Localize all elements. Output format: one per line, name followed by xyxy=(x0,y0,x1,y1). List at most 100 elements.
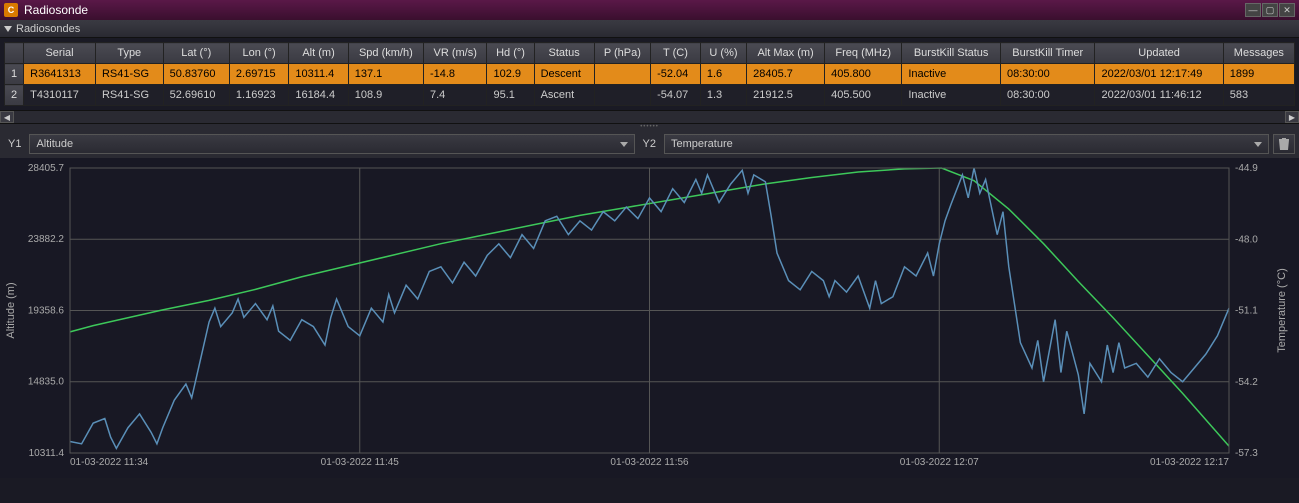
row-number: 1 xyxy=(5,64,24,85)
column-header[interactable]: Freq (MHz) xyxy=(825,43,902,64)
column-header[interactable]: BurstKill Timer xyxy=(1000,43,1094,64)
column-header[interactable]: Lat (°) xyxy=(163,43,229,64)
chart-svg: 10311.4 14835.0 19358.6 23882.2 28405.7 -57.3… xyxy=(0,158,1299,478)
column-header[interactable]: Updated xyxy=(1095,43,1223,64)
svg-text:-51.1: -51.1 xyxy=(1235,306,1258,317)
table-cell: 10311.4 xyxy=(289,64,348,85)
row-number: 2 xyxy=(5,85,24,106)
table-cell: 52.69610 xyxy=(163,85,229,106)
drag-dots-icon: •••••• xyxy=(640,124,659,130)
table-cell: 95.1 xyxy=(487,85,534,106)
table-cell: 08:30:00 xyxy=(1000,64,1094,85)
svg-text:14835.0: 14835.0 xyxy=(28,377,65,388)
chevron-down-icon xyxy=(620,142,628,147)
svg-text:Altitude (m): Altitude (m) xyxy=(5,282,17,338)
table-cell: Descent xyxy=(534,64,594,85)
column-header[interactable]: Alt (m) xyxy=(289,43,348,64)
column-header[interactable]: Lon (°) xyxy=(229,43,288,64)
svg-text:01-03-2022 11:56: 01-03-2022 11:56 xyxy=(610,457,689,468)
svg-text:-44.9: -44.9 xyxy=(1235,163,1258,174)
collapse-icon xyxy=(4,26,12,32)
y2-label: Y2 xyxy=(639,138,660,150)
column-header[interactable]: Status xyxy=(534,43,594,64)
table-cell: -54.07 xyxy=(651,85,701,106)
maximize-button[interactable]: ▢ xyxy=(1262,3,1278,17)
y1-label: Y1 xyxy=(4,138,25,150)
radiosonde-table: SerialTypeLat (°)Lon (°)Alt (m)Spd (km/h… xyxy=(4,42,1295,106)
close-button[interactable]: ✕ xyxy=(1279,3,1295,17)
svg-text:Temperature (°C): Temperature (°C) xyxy=(1276,268,1288,352)
scroll-right-button[interactable]: ▶ xyxy=(1285,111,1299,123)
column-header[interactable]: Spd (km/h) xyxy=(348,43,423,64)
table-cell: -52.04 xyxy=(651,64,701,85)
table-cell: Ascent xyxy=(534,85,594,106)
table-cell: 21912.5 xyxy=(747,85,825,106)
y1-axis-value: Altitude xyxy=(36,138,73,150)
table-cell: 405.800 xyxy=(825,64,902,85)
y2-axis-dropdown[interactable]: Temperature xyxy=(664,134,1269,154)
table-cell: 405.500 xyxy=(825,85,902,106)
table-cell: 1899 xyxy=(1223,64,1294,85)
column-header[interactable]: U (%) xyxy=(700,43,746,64)
horizontal-scrollbar[interactable]: ◀ ▶ xyxy=(0,110,1299,124)
table-row[interactable]: 2T4310117RS41-SG52.696101.1692316184.410… xyxy=(5,85,1295,106)
y2-axis-value: Temperature xyxy=(671,138,733,150)
table-cell: -14.8 xyxy=(423,64,487,85)
svg-text:28405.7: 28405.7 xyxy=(28,163,65,174)
svg-text:01-03-2022 11:34: 01-03-2022 11:34 xyxy=(70,457,149,468)
trash-icon xyxy=(1278,137,1290,151)
table-cell: R3641313 xyxy=(24,64,96,85)
table-cell: 2.69715 xyxy=(229,64,288,85)
table-cell xyxy=(594,64,650,85)
table-cell: RS41-SG xyxy=(95,85,163,106)
table-cell: Inactive xyxy=(902,64,1001,85)
svg-text:10311.4: 10311.4 xyxy=(29,448,65,459)
titlebar: C Radiosonde — ▢ ✕ xyxy=(0,0,1299,20)
svg-text:19358.6: 19358.6 xyxy=(28,305,65,316)
table-row[interactable]: 1R3641313RS41-SG50.837602.6971510311.413… xyxy=(5,64,1295,85)
table-cell: 7.4 xyxy=(423,85,487,106)
table-cell: 1.3 xyxy=(700,85,746,106)
column-header[interactable]: BurstKill Status xyxy=(902,43,1001,64)
axis-controls: Y1 Altitude Y2 Temperature xyxy=(0,130,1299,158)
table-cell: 2022/03/01 11:46:12 xyxy=(1095,85,1223,106)
app-icon: C xyxy=(4,3,18,17)
scroll-left-button[interactable]: ◀ xyxy=(0,111,14,123)
svg-text:01-03-2022 12:07: 01-03-2022 12:07 xyxy=(900,457,979,468)
svg-text:23882.2: 23882.2 xyxy=(28,234,65,245)
table-cell: 16184.4 xyxy=(289,85,348,106)
table-cell: Inactive xyxy=(902,85,1001,106)
table-cell: T4310117 xyxy=(24,85,96,106)
minimize-button[interactable]: — xyxy=(1245,3,1261,17)
column-header[interactable]: Alt Max (m) xyxy=(747,43,825,64)
table-cell: 1.16923 xyxy=(229,85,288,106)
panel-title: Radiosondes xyxy=(16,23,80,35)
column-header[interactable]: T (C) xyxy=(651,43,701,64)
column-header[interactable]: Messages xyxy=(1223,43,1294,64)
table-cell: 583 xyxy=(1223,85,1294,106)
svg-text:-57.3: -57.3 xyxy=(1235,448,1258,459)
chevron-down-icon xyxy=(1254,142,1262,147)
column-header[interactable]: Serial xyxy=(24,43,96,64)
table-cell: 08:30:00 xyxy=(1000,85,1094,106)
column-header[interactable]: Type xyxy=(95,43,163,64)
table-cell: 1.6 xyxy=(700,64,746,85)
table-cell: 108.9 xyxy=(348,85,423,106)
table-cell: 137.1 xyxy=(348,64,423,85)
column-header[interactable]: P (hPa) xyxy=(594,43,650,64)
table-cell: 2022/03/01 12:17:49 xyxy=(1095,64,1223,85)
chart-area[interactable]: 10311.4 14835.0 19358.6 23882.2 28405.7 -57.3… xyxy=(0,158,1299,478)
y1-axis-dropdown[interactable]: Altitude xyxy=(29,134,634,154)
column-header[interactable]: VR (m/s) xyxy=(423,43,487,64)
svg-text:-48.0: -48.0 xyxy=(1235,234,1258,245)
panel-header[interactable]: Radiosondes xyxy=(0,20,1299,38)
scroll-track[interactable] xyxy=(14,111,1285,123)
radiosonde-table-wrap: SerialTypeLat (°)Lon (°)Alt (m)Spd (km/h… xyxy=(0,38,1299,110)
table-cell: 102.9 xyxy=(487,64,534,85)
delete-button[interactable] xyxy=(1273,134,1295,154)
svg-text:01-03-2022 12:17: 01-03-2022 12:17 xyxy=(1150,457,1229,468)
svg-text:-54.2: -54.2 xyxy=(1235,377,1258,388)
column-header[interactable]: Hd (°) xyxy=(487,43,534,64)
table-cell: 50.83760 xyxy=(163,64,229,85)
window-title: Radiosonde xyxy=(24,3,1245,17)
